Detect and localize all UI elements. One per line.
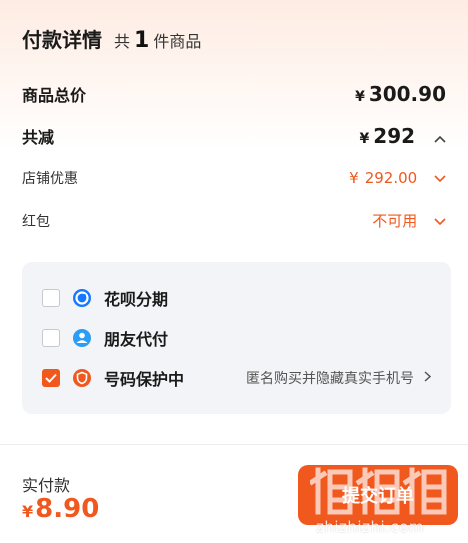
watermark-text: zhizhizhi.com [316, 518, 424, 536]
pay-amount: ¥8.90 [22, 494, 99, 524]
checkmark-icon [45, 373, 57, 383]
currency-symbol: ¥ [349, 169, 359, 187]
red-packet-label: 红包 [22, 213, 50, 230]
number-protection-note-text: 匿名购买并隐藏真实手机号 [246, 371, 414, 387]
item-count-suffix: 件商品 [153, 32, 202, 51]
store-discount-row[interactable]: 店铺优惠 ¥292.00 [22, 168, 446, 188]
huabei-label: 花呗分期 [104, 290, 169, 309]
watermark-logo-icon [308, 467, 447, 515]
huabei-checkbox[interactable] [42, 289, 60, 307]
red-packet-row[interactable]: 红包 不可用 [22, 210, 446, 231]
red-packet-status: 不可用 [372, 212, 418, 230]
red-packet-value: 不可用 [372, 210, 446, 231]
goods-total-amount: 300.90 [368, 82, 446, 106]
number-protection-note[interactable]: 匿名购买并隐藏真实手机号 [246, 368, 432, 388]
huabei-icon [72, 288, 92, 308]
store-discount-amount: 292.00 [364, 169, 418, 187]
discount-value: ¥292 [360, 124, 446, 148]
option-number-protection[interactable]: 号码保护中 匿名购买并隐藏真实手机号 [42, 366, 432, 390]
footer-divider [0, 444, 468, 445]
pay-amount-value: 8.90 [35, 494, 100, 524]
item-count: 1 [134, 28, 150, 53]
site-watermark: zhizhizhi.com [308, 462, 460, 542]
chevron-right-icon [424, 370, 432, 386]
friend-pay-icon [72, 328, 92, 348]
number-protection-label: 号码保护中 [104, 370, 185, 389]
currency-symbol: ¥ [22, 502, 34, 521]
discount-label: 共减 [22, 128, 55, 147]
goods-total-value: ¥300.90 [355, 82, 446, 106]
chevron-up-icon[interactable] [434, 132, 446, 147]
chevron-down-icon[interactable] [434, 172, 446, 187]
chevron-down-icon[interactable] [434, 215, 446, 230]
currency-symbol: ¥ [359, 131, 370, 147]
option-friend-pay[interactable]: 朋友代付 [42, 326, 431, 350]
friend-pay-checkbox[interactable] [42, 329, 60, 347]
discount-amount: 292 [373, 124, 416, 148]
page-title: 付款详情 [22, 28, 102, 52]
goods-total-label: 商品总价 [22, 86, 87, 105]
pay-label: 实付款 [22, 476, 71, 495]
discount-row[interactable]: 共减 ¥292 [22, 124, 446, 148]
number-protection-checkbox[interactable] [42, 369, 60, 387]
option-huabei[interactable]: 花呗分期 [42, 286, 431, 310]
store-discount-value: ¥292.00 [349, 169, 446, 187]
payment-options-panel: 花呗分期 朋友代付 号码保护中 匿名购买并隐藏真实手机号 [22, 262, 451, 414]
store-discount-label: 店铺优惠 [22, 171, 78, 187]
item-count-prefix: 共 [114, 32, 131, 51]
friend-pay-label: 朋友代付 [104, 330, 169, 349]
page-header: 付款详情 共 1 件商品 [22, 24, 201, 53]
payment-details-page: 付款详情 共 1 件商品 商品总价 ¥300.90 共减 ¥292 店铺优惠 ¥… [0, 0, 468, 543]
number-protect-icon [72, 368, 92, 388]
currency-symbol: ¥ [355, 89, 365, 105]
goods-total-row: 商品总价 ¥300.90 [22, 82, 446, 106]
